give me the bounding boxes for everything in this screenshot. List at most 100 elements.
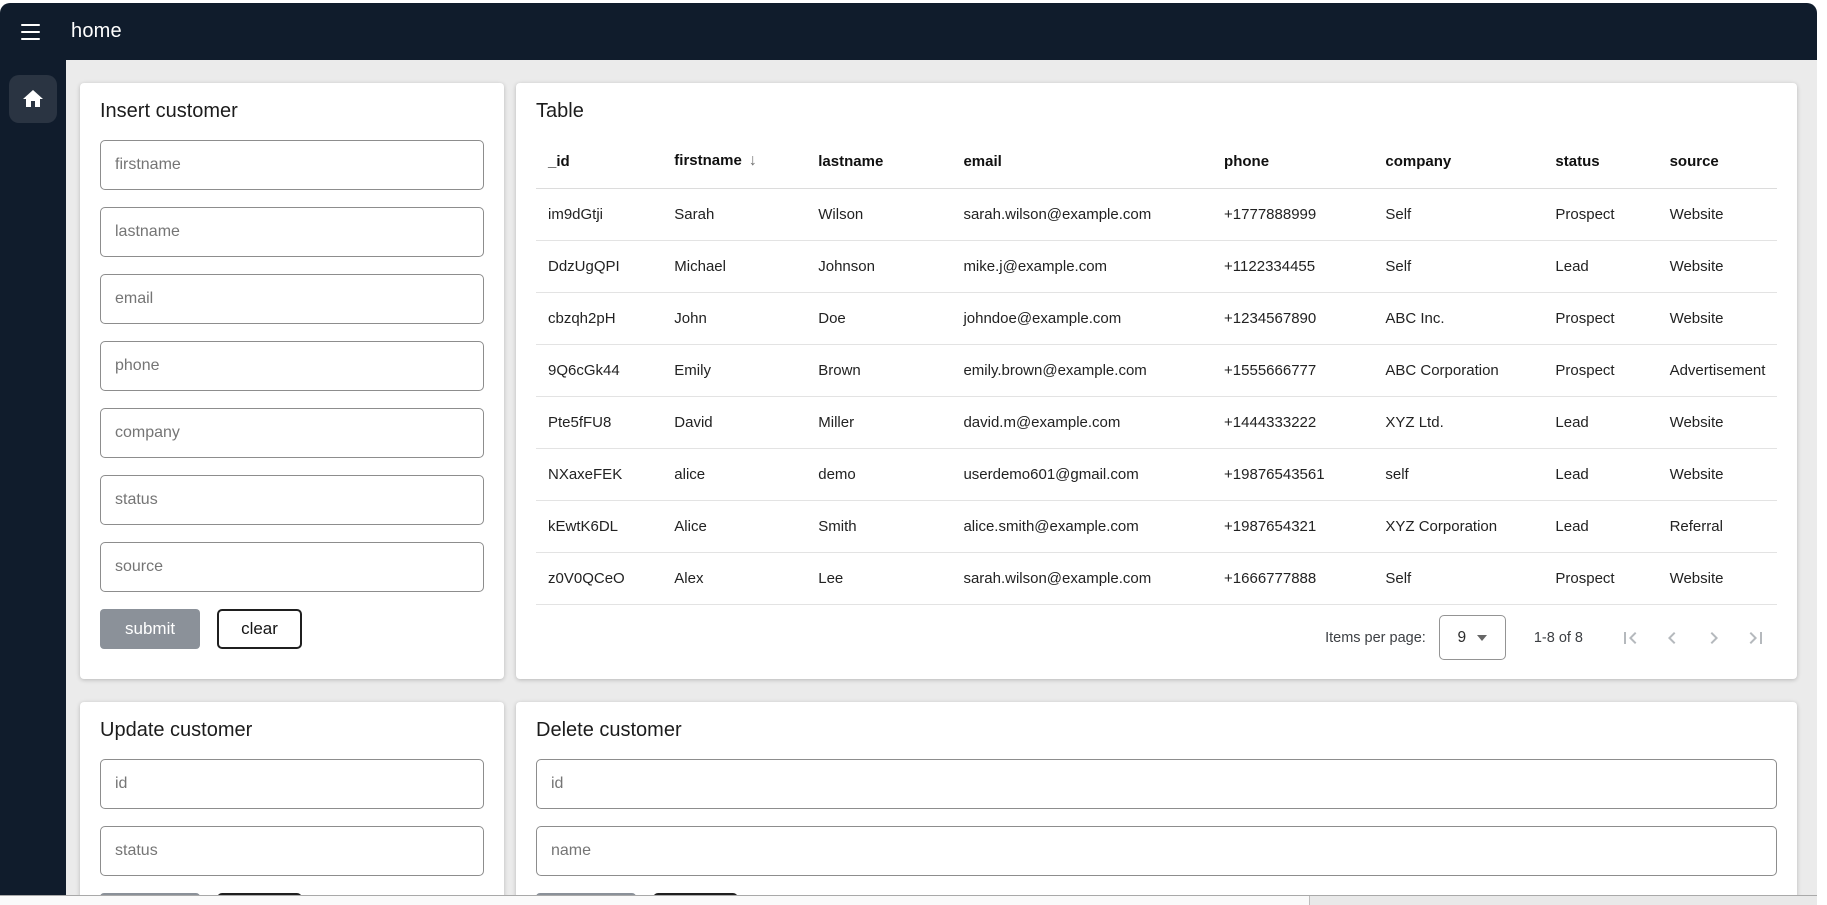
cell-lastname: Wilson (810, 189, 955, 241)
horizontal-scrollbar[interactable] (0, 895, 1817, 905)
column-header-firstname[interactable]: firstname ↓ (666, 131, 810, 189)
insert-clear-button[interactable]: clear (217, 609, 302, 649)
chevron-right-icon (1702, 626, 1726, 650)
cell-email: emily.brown@example.com (955, 345, 1216, 397)
cell-source: Website (1662, 397, 1777, 449)
next-page-button[interactable] (1702, 626, 1726, 650)
delete-card-title: Delete customer (536, 718, 1777, 742)
table-row: cbzqh2pH John Doe johndoe@example.com +1… (536, 293, 1777, 345)
cell-id: Pte5fFU8 (536, 397, 666, 449)
firstname-input[interactable] (100, 140, 484, 190)
column-header-status[interactable]: status (1547, 131, 1661, 189)
cell-email: david.m@example.com (955, 397, 1216, 449)
cell-company: Self (1377, 189, 1547, 241)
page-title: home (71, 20, 122, 43)
sidebar-item-home[interactable] (9, 75, 57, 123)
cell-email: johndoe@example.com (955, 293, 1216, 345)
cell-id: kEwtK6DL (536, 501, 666, 553)
cell-firstname: David (666, 397, 810, 449)
cell-status: Lead (1547, 397, 1661, 449)
table-card: Table _id firstname ↓ lastname (516, 83, 1797, 679)
cell-firstname: Michael (666, 241, 810, 293)
first-page-button[interactable] (1618, 626, 1642, 650)
table-row: 9Q6cGk44 Emily Brown emily.brown@example… (536, 345, 1777, 397)
sort-desc-icon: ↓ (749, 152, 757, 169)
cell-email: sarah.wilson@example.com (955, 553, 1216, 605)
table-card-title: Table (536, 99, 1777, 123)
table-header-row: _id firstname ↓ lastname email phone comp… (536, 131, 1777, 189)
delete-id-input[interactable] (536, 759, 1777, 809)
cell-firstname: Sarah (666, 189, 810, 241)
cell-phone: +1444333222 (1216, 397, 1377, 449)
column-header-label: firstname (674, 152, 742, 169)
cell-phone: +1666777888 (1216, 553, 1377, 605)
home-icon (21, 87, 45, 111)
items-per-page-select[interactable]: 9 (1439, 615, 1506, 660)
cell-id: cbzqh2pH (536, 293, 666, 345)
cell-company: ABC Corporation (1377, 345, 1547, 397)
cell-phone: +1122334455 (1216, 241, 1377, 293)
customer-table: _id firstname ↓ lastname email phone comp… (536, 131, 1777, 605)
column-header-lastname[interactable]: lastname (810, 131, 955, 189)
cell-source: Website (1662, 293, 1777, 345)
cell-lastname: Johnson (810, 241, 955, 293)
cell-source: Website (1662, 449, 1777, 501)
insert-card-title: Insert customer (100, 99, 484, 123)
update-id-input[interactable] (100, 759, 484, 809)
cell-email: alice.smith@example.com (955, 501, 1216, 553)
menu-button[interactable] (11, 14, 50, 50)
column-header-phone[interactable]: phone (1216, 131, 1377, 189)
cell-phone: +1234567890 (1216, 293, 1377, 345)
column-header-id[interactable]: _id (536, 131, 666, 189)
cell-status: Lead (1547, 241, 1661, 293)
email-input[interactable] (100, 274, 484, 324)
lastname-input[interactable] (100, 207, 484, 257)
cell-lastname: demo (810, 449, 955, 501)
cell-source: Advertisement (1662, 345, 1777, 397)
app-window: home Insert customer (0, 3, 1817, 905)
last-page-icon (1744, 626, 1768, 650)
cell-id: 9Q6cGk44 (536, 345, 666, 397)
cell-email: sarah.wilson@example.com (955, 189, 1216, 241)
sidebar (0, 60, 66, 905)
cell-id: NXaxeFEK (536, 449, 666, 501)
topbar: home (0, 3, 1817, 60)
main-content: Insert customer submit clear Table (66, 60, 1817, 905)
cell-company: Self (1377, 241, 1547, 293)
insert-submit-button[interactable]: submit (100, 609, 200, 649)
last-page-button[interactable] (1744, 626, 1768, 650)
cell-source: Referral (1662, 501, 1777, 553)
scrollbar-thumb[interactable] (0, 896, 1310, 905)
phone-input[interactable] (100, 341, 484, 391)
menu-icon (21, 24, 40, 40)
table-row: Pte5fFU8 David Miller david.m@example.co… (536, 397, 1777, 449)
cell-phone: +1987654321 (1216, 501, 1377, 553)
source-input[interactable] (100, 542, 484, 592)
previous-page-button[interactable] (1660, 626, 1684, 650)
cell-firstname: alice (666, 449, 810, 501)
delete-name-input[interactable] (536, 826, 1777, 876)
cell-firstname: Emily (666, 345, 810, 397)
cell-id: z0V0QCeO (536, 553, 666, 605)
cell-phone: +1777888999 (1216, 189, 1377, 241)
cell-source: Website (1662, 553, 1777, 605)
cell-status: Prospect (1547, 189, 1661, 241)
cell-firstname: John (666, 293, 810, 345)
cell-company: self (1377, 449, 1547, 501)
paginator-range-label: 1-8 of 8 (1534, 630, 1583, 646)
update-status-input[interactable] (100, 826, 484, 876)
cell-lastname: Doe (810, 293, 955, 345)
status-input[interactable] (100, 475, 484, 525)
first-page-icon (1618, 626, 1642, 650)
column-header-source[interactable]: source (1662, 131, 1777, 189)
cell-email: userdemo601@gmail.com (955, 449, 1216, 501)
items-per-page-value: 9 (1458, 629, 1467, 647)
cell-company: ABC Inc. (1377, 293, 1547, 345)
cell-id: DdzUgQPI (536, 241, 666, 293)
column-header-email[interactable]: email (955, 131, 1216, 189)
update-card-title: Update customer (100, 718, 484, 742)
company-input[interactable] (100, 408, 484, 458)
delete-customer-card: Delete customer submit clear (516, 702, 1797, 905)
column-header-company[interactable]: company (1377, 131, 1547, 189)
cell-firstname: Alex (666, 553, 810, 605)
